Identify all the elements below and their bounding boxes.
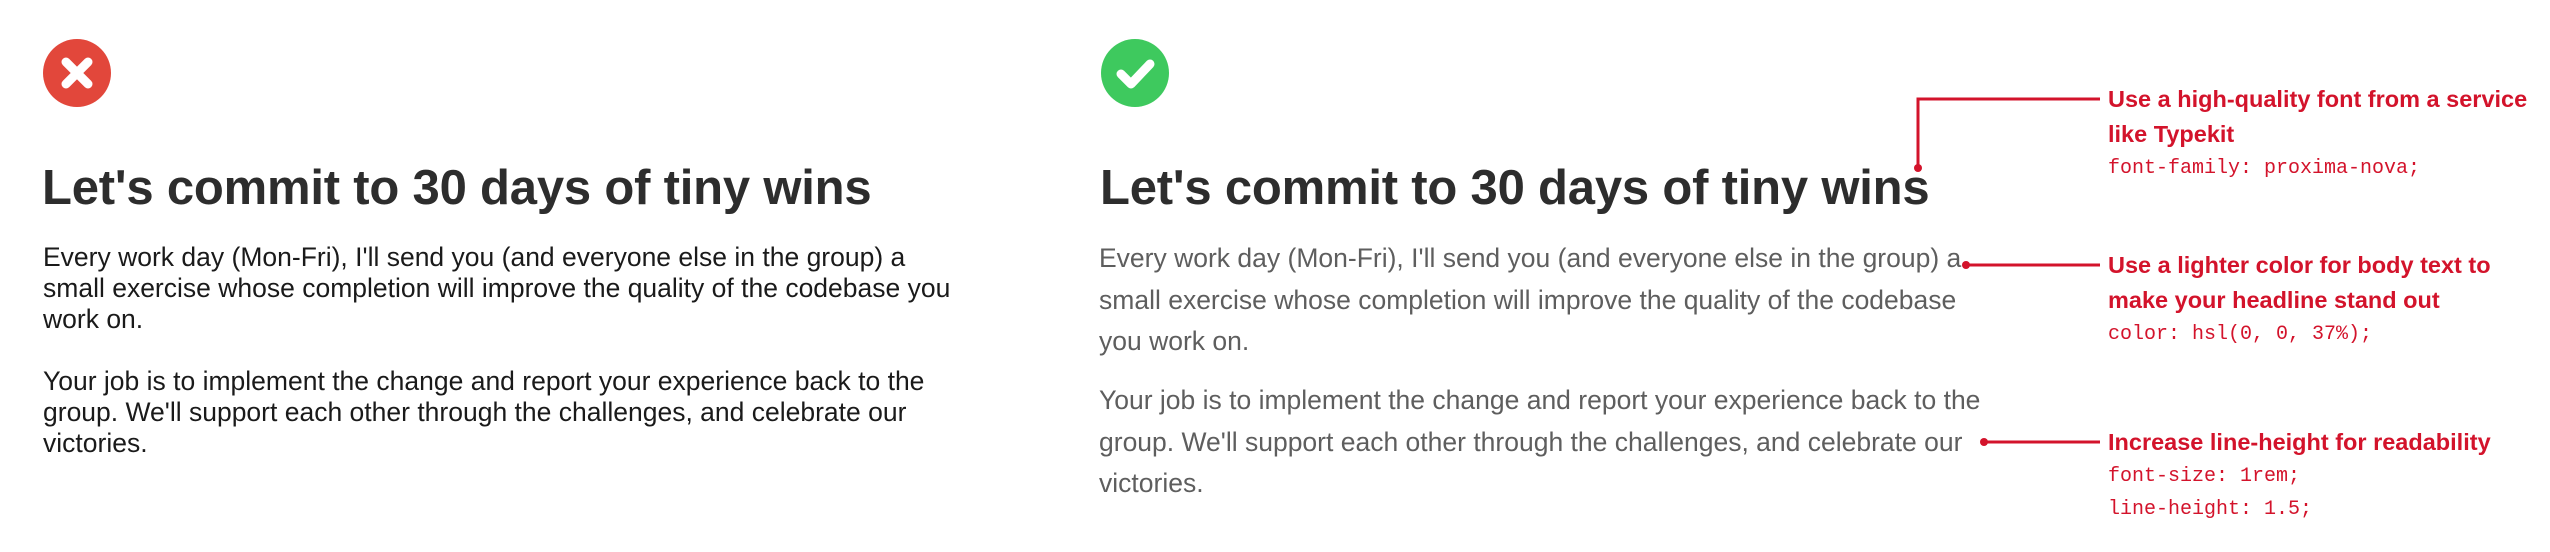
callout-dot-color xyxy=(1962,261,1970,269)
annotation-color-code: color: hsl(0, 0, 37%); xyxy=(2108,323,2373,346)
annotation-font-title: Use a high-quality font from a service l… xyxy=(2108,86,2528,147)
annotation-line-height: Increase line-height for readability fon… xyxy=(2108,425,2548,526)
annotation-color-title: Use a lighter color for body text to mak… xyxy=(2108,252,2491,313)
annotation-line-height-code: font-size: 1rem; line-height: 1.5; xyxy=(2108,465,2313,521)
annotation-color: Use a lighter color for body text to mak… xyxy=(2108,248,2548,351)
callout-dot-font xyxy=(1914,164,1922,172)
annotation-font-code: font-family: proxima-nova; xyxy=(2108,157,2421,180)
callout-line-font xyxy=(1916,97,2100,168)
callout-dot-line-height xyxy=(1980,438,1988,446)
annotation-font: Use a high-quality font from a service l… xyxy=(2108,82,2548,185)
annotation-line-height-title: Increase line-height for readability xyxy=(2108,429,2491,455)
